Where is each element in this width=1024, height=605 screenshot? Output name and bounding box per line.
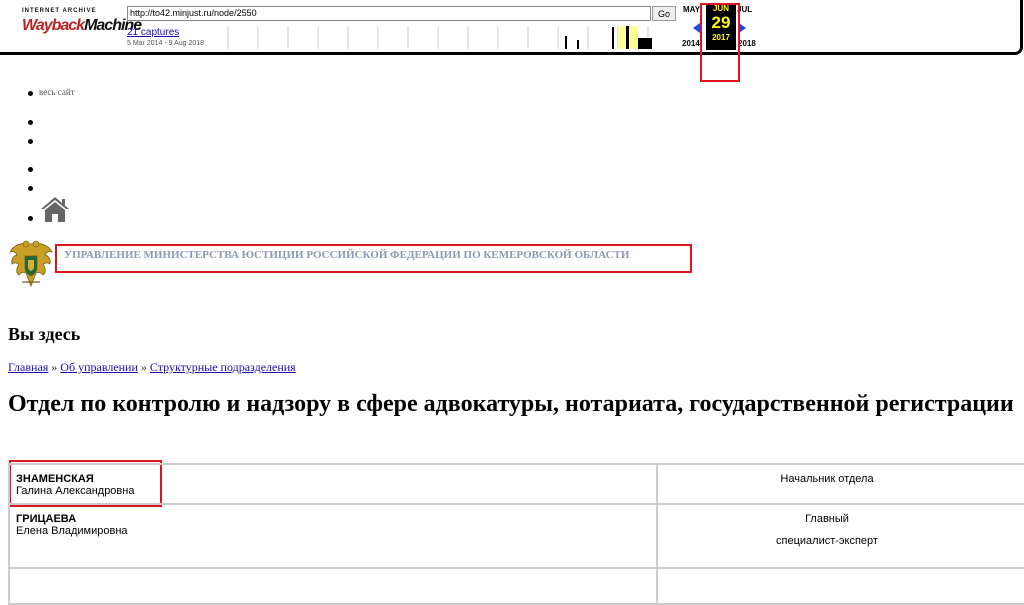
prev-month-label[interactable]: MAY bbox=[683, 5, 700, 14]
list-bullet bbox=[28, 186, 33, 191]
breadcrumb: Главная » Об управлении » Структурные по… bbox=[8, 360, 296, 375]
you-are-here-heading: Вы здесь bbox=[8, 324, 81, 344]
table-row: ГРИЦАЕВА Елена Владимировна Главный спец… bbox=[8, 503, 1024, 569]
logo-wayback: Wayback bbox=[22, 17, 85, 34]
list-bullet bbox=[28, 167, 33, 172]
staff-position: специалист-эксперт bbox=[776, 535, 878, 547]
staff-position: Главный bbox=[805, 513, 849, 525]
table-row bbox=[8, 567, 1024, 605]
staff-given-name: Елена Владимировна bbox=[16, 525, 128, 537]
logo-internet-archive: INTERNET ARCHIVE bbox=[22, 8, 97, 14]
staff-position-cell bbox=[656, 567, 1024, 605]
capture-sparkline[interactable] bbox=[208, 22, 680, 49]
list-bullet bbox=[28, 91, 33, 96]
staff-name-cell: ГРИЦАЕВА Елена Владимировна bbox=[8, 503, 658, 569]
staff-position: Начальник отдела bbox=[780, 473, 874, 485]
breadcrumb-home-link[interactable]: Главная bbox=[8, 360, 48, 374]
staff-name-cell bbox=[8, 567, 658, 605]
wayback-logo[interactable]: INTERNET ARCHIVE WaybackMachine bbox=[22, 8, 142, 42]
staff-surname: ГРИЦАЕВА bbox=[16, 513, 77, 525]
next-capture-icon[interactable] bbox=[739, 23, 746, 33]
list-bullet bbox=[28, 216, 33, 221]
staff-surname: ЗНАМЕНСКАЯ bbox=[16, 473, 94, 485]
breadcrumb-separator: » bbox=[140, 360, 147, 374]
prev-capture-icon[interactable] bbox=[693, 23, 700, 33]
breadcrumb-about-link[interactable]: Об управлении bbox=[60, 360, 138, 374]
go-button[interactable]: Go bbox=[652, 6, 676, 21]
wayback-toolbar: INTERNET ARCHIVE WaybackMachine Go 21 ca… bbox=[0, 0, 1023, 55]
breadcrumb-separator: » bbox=[51, 360, 58, 374]
next-year-label[interactable]: 2018 bbox=[738, 39, 756, 48]
url-input[interactable] bbox=[127, 6, 651, 21]
staff-name-cell: ЗНАМЕНСКАЯ Галина Александровна bbox=[8, 463, 658, 505]
home-icon[interactable] bbox=[40, 195, 70, 223]
prev-year-label[interactable]: 2014 bbox=[682, 39, 700, 48]
breadcrumb-units-link[interactable]: Структурные подразделения bbox=[150, 360, 296, 374]
ministry-emblem-icon[interactable] bbox=[8, 238, 54, 292]
whole-site-link[interactable]: весь сайт bbox=[39, 87, 75, 97]
staff-position-cell: Главный специалист-эксперт bbox=[656, 503, 1024, 569]
list-bullet bbox=[28, 139, 33, 144]
staff-table: ЗНАМЕНСКАЯ Галина Александровна Начальни… bbox=[8, 463, 1024, 605]
table-row: ЗНАМЕНСКАЯ Галина Александровна Начальни… bbox=[8, 463, 1024, 505]
staff-position-cell: Начальник отдела bbox=[656, 463, 1024, 505]
list-bullet bbox=[28, 120, 33, 125]
agency-title[interactable]: УПРАВЛЕНИЕ МИНИСТЕРСТВА ЮСТИЦИИ РОССИЙСК… bbox=[64, 249, 629, 261]
staff-given-name: Галина Александровна bbox=[16, 485, 135, 497]
page-title: Отдел по контролю и надзору в сфере адво… bbox=[8, 391, 1014, 417]
capture-range: 5 Mar 2014 - 9 Aug 2018 bbox=[127, 40, 205, 47]
captures-link[interactable]: 21 captures bbox=[127, 27, 179, 38]
highlight-date-box bbox=[700, 3, 740, 82]
